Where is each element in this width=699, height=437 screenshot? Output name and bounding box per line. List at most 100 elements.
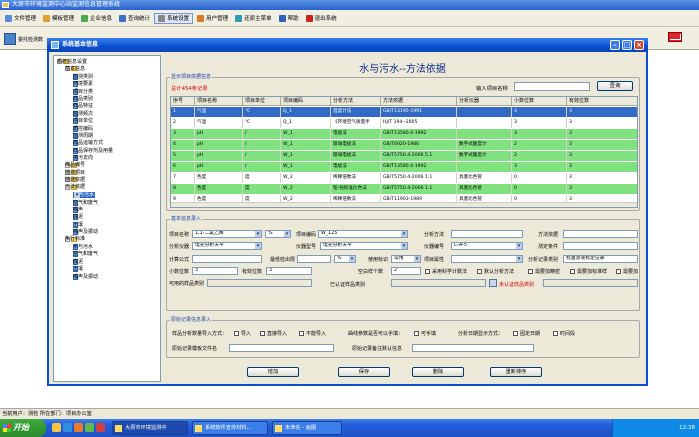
fixed-date-option[interactable]: 固定日期 [513,330,540,337]
use-flag-select[interactable]: 常用 [391,255,421,263]
column-header[interactable]: 项目单位 [243,97,281,106]
tree-node[interactable]: 监测周期 [73,133,93,139]
dialog-title-bar[interactable]: 系统基本信息 – □ × [47,38,648,52]
column-header[interactable]: 项目编码 [281,97,331,106]
min-limit-input[interactable] [297,255,331,263]
tree-node[interactable]: 土壤 [73,221,83,228]
tree-node[interactable]: 监测类别 [73,73,93,80]
table-row[interactable]: 7 色度度 W_2 稀释倍数法 GB/T5750.4-2006 1.1 具塞比色管 0 3 [171,173,637,183]
tree-node[interactable]: 噪声及振动 [73,273,98,280]
project-unit-select[interactable]: % [265,230,291,238]
media-quicklaunch-icon[interactable] [74,423,83,432]
save-button[interactable]: 保存 [338,367,390,377]
column-header[interactable]: 有效位数 [567,97,637,106]
app-quicklaunch-icon[interactable] [96,423,105,432]
uncertified-types-field[interactable] [543,279,638,287]
column-header[interactable]: 序号 [171,97,195,106]
mail-icon[interactable] [668,32,682,42]
tree-node[interactable]: + 监测依据 [65,177,85,183]
tree-node[interactable]: 空气和废气 [73,199,98,206]
tree-node[interactable]: 样品保存剂及用量 [73,147,113,154]
table-row[interactable]: 5 pH / W_1 玻璃电极法 GB/T5750.4-2006 5.1 数字式酸度计 2 3 [171,151,637,161]
tree-node[interactable]: 样品运输方式 [73,140,103,147]
tree-node[interactable]: 土壤 [73,266,83,273]
template-file-input[interactable] [229,344,334,352]
instrument-select[interactable]: 电光分析天平 [192,242,262,250]
tree-node[interactable]: 排污去向 [73,155,93,162]
tree-node[interactable]: + 样品编号 [65,162,85,168]
tree-node[interactable]: 噪声 [73,207,83,213]
table-row[interactable]: 4 pH / W_1 玻璃电极法 GB/T6920-1986 数字式酸度计 2 3 [171,140,637,150]
table-row[interactable]: 8 色度度 W_2 铂-钴标准比色法 GB/T5750.4-2006 1.1 具塞比色管 0… [171,184,637,194]
taskbar-task[interactable]: 系统软件宣传材料... [192,421,268,435]
tree-node[interactable]: 项目单位 [73,118,93,125]
menu-item-4[interactable]: 系统设置 [154,12,194,24]
desktop-quicklaunch-icon[interactable] [85,423,94,432]
taskbar-task[interactable]: 未命名 - 画图 [272,421,342,435]
manual-fill-option[interactable]: 可手填 [414,330,436,337]
table-row[interactable]: 3 pH / W_1 电极法 GB/T13580.4-1992 3 3 [171,129,637,139]
folder-quicklaunch-icon[interactable] [52,423,61,432]
minimize-button[interactable]: – [610,40,620,50]
note-input[interactable] [412,344,534,352]
table-row[interactable]: 2 气温 ℃ Q_1 《环境空气质量手 HJ/T 194--2005 3 3 [171,118,637,128]
taskbar-task[interactable]: 大原市环境监测中 [112,421,188,435]
menu-item-6[interactable]: 还原主菜单 [232,13,275,24]
tree-node[interactable]: 噪声及振动 [73,229,98,236]
precision-checkbox[interactable]: 需要加精密 [528,268,560,275]
tree-node[interactable]: 环境要素 [73,81,93,88]
ie-quicklaunch-icon[interactable] [63,423,72,432]
tree-node[interactable]: 水与污水 [73,244,93,250]
tree-node[interactable]: 样品特征 [73,103,93,110]
blank-count-input[interactable]: 2 [391,267,421,275]
project-attr-select[interactable] [451,255,523,263]
time-period-option[interactable]: 时间段 [553,330,575,337]
decimal-input[interactable]: 3 [192,267,238,275]
default-method-checkbox[interactable]: 默认分析方法 [477,268,514,275]
toolbar-commission-button[interactable]: 委托检测数 [4,30,50,48]
column-header[interactable]: 小数位数 [512,97,567,106]
tree-node[interactable]: - 系统信息设置 [57,59,87,65]
table-row[interactable]: 1 气温 ℃ Q_1 温度计法 GB/T13195-1991 3 3 [171,107,637,117]
tree-node[interactable]: 水与污水 [73,192,96,199]
instrument-model-select[interactable]: 电光分析天平 [320,242,408,250]
table-horizontal-scrollbar[interactable] [171,202,637,207]
table-row[interactable]: 6 pH / W_1 电极法 GB/T13580.4-1992 3 3 [171,162,637,172]
sci-notation-checkbox[interactable]: 采用科学计数法 [425,268,467,275]
menu-item-0[interactable]: 文件管理 [2,13,39,24]
tree-node[interactable]: 质控编码 [73,125,93,132]
project-code-select[interactable]: W_125 [318,230,408,238]
menu-item-5[interactable]: 用户管理 [194,13,231,24]
project-name-select[interactable]: 1,1-二氯乙烯 [192,230,262,238]
usable-types-field[interactable] [207,279,312,287]
tree-node[interactable]: 空气和废气 [73,251,98,258]
tree-node[interactable]: 底泥 [73,214,83,221]
resort-button[interactable]: 重新排序 [490,367,542,377]
menu-item-2[interactable]: 企业信息 [78,13,115,24]
certified-types-field[interactable] [391,279,486,287]
menu-item-3[interactable]: 查询统计 [116,13,153,24]
calendar-icon[interactable] [489,279,497,287]
menu-item-1[interactable]: 模板管理 [40,13,77,24]
method-basis-input[interactable] [563,230,638,238]
column-header[interactable]: 项目名称 [195,97,243,106]
add-button[interactable]: 增加 [247,367,299,377]
import-option[interactable]: 导入 [234,330,251,337]
close-button[interactable]: × [634,40,644,50]
extra-checkbox[interactable]: 需要加 [616,268,638,275]
no-import-option[interactable]: 不能导入 [299,330,326,337]
delete-button[interactable]: 删除 [412,367,464,377]
conditions-input[interactable] [563,242,638,250]
tree-node[interactable]: - 执行标准 [65,236,85,242]
tree-node[interactable]: 监测频次 [73,110,93,117]
tree-node[interactable]: 项目分类 [73,88,93,95]
instrument-no-select[interactable]: C-A-5 [451,242,523,250]
column-header[interactable]: 分析仪器 [457,97,512,106]
search-button[interactable]: 查询 [597,81,633,91]
column-header[interactable]: 分析方法 [331,97,381,106]
menu-item-8[interactable]: 退出系统 [303,13,340,24]
record-type-input[interactable]: 标准溶液标定记录 [563,255,638,263]
min-limit-unit-select[interactable]: % [334,255,356,263]
method-table[interactable]: 序号 项目名称 项目单位 项目编码 分析方法 方法依据 分析仪器 小数位数 有效位数 1 气温 ℃ Q_… [170,96,638,208]
menu-item-7[interactable]: 帮助 [276,13,302,24]
